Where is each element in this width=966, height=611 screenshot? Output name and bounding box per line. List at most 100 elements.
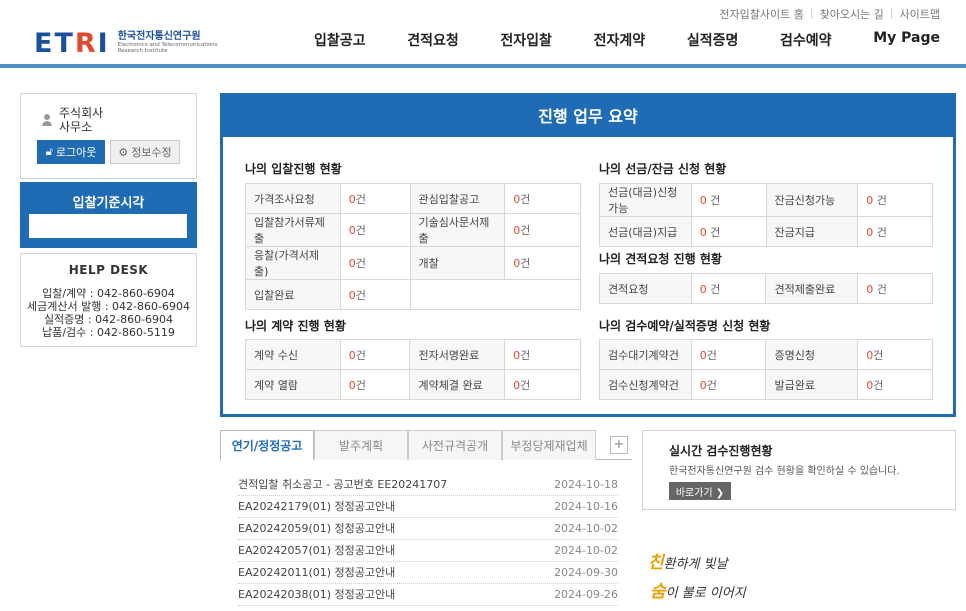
logo-mark-et: ET: [34, 28, 75, 59]
etri-logo[interactable]: ET R I 한국전자통신연구원 Electronics and Telecommu…: [34, 28, 218, 59]
help-line: 실적증명 : 042-860-6904: [43, 313, 174, 326]
table-cell-label: 계약 열람: [245, 369, 341, 400]
table-cell-label: 잔금지급: [765, 216, 859, 247]
table-cell-label: 검수신청계약건: [599, 369, 692, 400]
quote-status-title: 나의 견적요청 진행 현황: [599, 252, 722, 266]
nav-quote-request[interactable]: 견적요청: [403, 30, 463, 50]
notice-list: 견적입찰 취소공고 - 공고번호 EE20241707 2024-10-18 EA…: [238, 474, 618, 606]
nav-bid-notice[interactable]: 입찰공고: [310, 30, 370, 50]
slogan-line-1: 친환하게 빛날: [648, 553, 728, 573]
list-item[interactable]: EA20242011(01) 정정공고안내 2024-09-30: [238, 562, 618, 584]
count-cell[interactable]: 0 건: [857, 273, 933, 304]
count-cell[interactable]: 0 건: [857, 216, 933, 247]
nav-e-bidding[interactable]: 전자입찰: [496, 30, 556, 50]
user-company: 주식회사: [59, 106, 104, 120]
table-cell-label: 발급완료: [765, 369, 859, 400]
count-cell[interactable]: 0건: [339, 279, 411, 310]
quote-status-table: 견적요청 0 건 견적제출완료 0 건: [599, 273, 933, 304]
table-cell-label: 전자서명완료: [409, 339, 506, 370]
count-cell[interactable]: 0건: [504, 339, 581, 370]
user-box: 주식회사 사무소 🔓︎ 로그아웃 ⚙ 정보수정: [20, 93, 197, 179]
tab-order-plan[interactable]: 발주계획: [314, 430, 408, 460]
divider: |: [809, 6, 814, 19]
count-cell[interactable]: 0건: [690, 369, 767, 400]
logout-button[interactable]: 🔓︎ 로그아웃: [37, 140, 105, 164]
nav-my-page[interactable]: My Page: [869, 30, 944, 50]
nav-e-contract[interactable]: 전자계약: [590, 30, 650, 50]
inspection-title: 실시간 검수진행현황: [669, 444, 773, 458]
help-line: 입찰/계약 : 042-860-6904: [42, 287, 175, 300]
list-item[interactable]: EA20242059(01) 정정공고안내 2024-10-02: [238, 518, 618, 540]
logo-text: 한국전자통신연구원 Electronics and Telecommunicat…: [118, 32, 218, 54]
count-cell[interactable]: 0건: [339, 339, 411, 370]
header-divider: [0, 64, 966, 68]
table-cell-label: 입찰참가서류제출: [245, 213, 341, 247]
contract-status-table: 계약 수신 0건 전자서명완료 0건 계약 열람 0건 계약체결 완료 0건: [245, 339, 581, 400]
tab-pre-spec[interactable]: 사전규격공개: [408, 430, 502, 460]
bid-time-title: 입찰기준시각: [72, 196, 145, 211]
logo-mark: ET R I: [34, 28, 110, 59]
notice-tabs: 연기/정정공고 발주계획 사전규격공개 부정당제재업체 +: [220, 430, 632, 461]
help-line: 납품/검수 : 042-860-5119: [42, 326, 175, 339]
list-item[interactable]: EA20242179(01) 정정공고안내 2024-10-16: [238, 496, 618, 518]
count-cell[interactable]: 0건: [339, 213, 411, 247]
slogan-line-2: 숨이 불로 이어지: [650, 582, 746, 602]
nav-inspection-booking[interactable]: 검수예약: [776, 30, 836, 50]
inspect-status-title: 나의 검수예약/실적증명 신청 현황: [599, 319, 771, 333]
count-cell[interactable]: 0건: [339, 369, 411, 400]
count-cell[interactable]: 0건: [857, 369, 933, 400]
table-cell-label: 견적요청: [599, 273, 692, 304]
go-button[interactable]: 바로가기 ❯: [669, 482, 731, 500]
count-cell[interactable]: 0건: [857, 339, 933, 370]
help-desk: HELP DESK 입찰/계약 : 042-860-6904 세금계산서 발행 …: [20, 253, 197, 347]
tab-sanctioned-companies[interactable]: 부정당제재업체: [502, 430, 596, 460]
bid-status-title: 나의 입찰진행 현황: [245, 162, 342, 176]
table-cell-label: 선금(대금)신청가능: [599, 183, 692, 217]
logo-mark-r: R: [74, 28, 98, 59]
table-cell-label: 기술심사문서제출: [409, 213, 506, 247]
list-item[interactable]: EA20242057(01) 정정공고안내 2024-10-02: [238, 540, 618, 562]
count-cell[interactable]: 0건: [339, 183, 411, 214]
tab-correction-notice[interactable]: 연기/정정공고: [220, 430, 314, 461]
slogan: 친환하게 빛날 숨이 불로 이어지: [648, 548, 746, 602]
table-cell-label: 입찰완료: [245, 279, 341, 310]
table-cell-label: 선금(대금)지급: [599, 216, 692, 247]
count-cell[interactable]: 0 건: [857, 183, 933, 217]
table-cell-label: 가격조사요청: [245, 183, 341, 214]
count-cell[interactable]: 0건: [339, 246, 411, 280]
count-cell[interactable]: 0건: [504, 213, 581, 247]
summary-title: 진행 업무 요약: [223, 96, 953, 137]
count-cell[interactable]: 0 건: [690, 273, 767, 304]
work-summary-panel: 진행 업무 요약 나의 입찰진행 현황 가격조사요청 0건 관심입찰공고 0건 …: [220, 93, 956, 417]
count-cell[interactable]: 0 건: [690, 216, 767, 247]
bid-time-box: 입찰기준시각: [20, 182, 197, 248]
user-office: 사무소: [59, 120, 93, 135]
bid-time-field[interactable]: [29, 214, 187, 238]
logo-english-name-2: Research Institute: [117, 47, 168, 54]
count-cell[interactable]: 0건: [690, 339, 767, 370]
nav-performance-cert[interactable]: 실적증명: [683, 30, 743, 50]
gear-icon: ⚙: [118, 145, 129, 159]
more-plus-button[interactable]: +: [610, 436, 628, 454]
inspect-status-table: 검수대기계약건 0건 증명신청 0건 검수신청계약건 0건 발급완료 0건: [599, 339, 933, 400]
table-cell-label: 관심입찰공고: [409, 183, 506, 214]
inspection-description: 한국전자통신연구원 검수 현황을 확인하실 수 있습니다.: [669, 466, 900, 477]
table-cell-label: 잔금신청가능: [765, 183, 859, 217]
count-cell[interactable]: 0건: [504, 369, 581, 400]
lock-icon: 🔓︎: [45, 145, 53, 158]
count-cell[interactable]: 0건: [504, 246, 581, 280]
edit-info-label: 정보수정: [131, 146, 172, 159]
list-item[interactable]: 견적입찰 취소공고 - 공고번호 EE20241707 2024-10-18: [238, 474, 618, 496]
count-cell[interactable]: 0 건: [690, 183, 767, 217]
edit-info-button[interactable]: ⚙ 정보수정: [110, 140, 180, 164]
list-item[interactable]: EA20242038(01) 정정공고안내 2024-09-26: [238, 584, 618, 606]
advance-status-title: 나의 선금/잔금 신청 현황: [599, 162, 727, 176]
table-cell-label: 계약체결 완료: [409, 369, 506, 400]
count-cell[interactable]: 0건: [504, 183, 581, 214]
util-sitemap-link[interactable]: 사이트맵: [900, 6, 940, 22]
table-cell-label: 검수대기계약건: [599, 339, 692, 370]
util-home-link[interactable]: 전자입찰사이트 홈: [719, 6, 803, 22]
help-desk-lines: 입찰/계약 : 042-860-6904 세금계산서 발행 : 042-860-…: [21, 287, 196, 339]
advance-status-table: 선금(대금)신청가능 0 건 잔금신청가능 0 건 선금(대금)지급 0 건 잔…: [599, 183, 933, 247]
util-directions-link[interactable]: 찾아오시는 길: [820, 6, 884, 22]
